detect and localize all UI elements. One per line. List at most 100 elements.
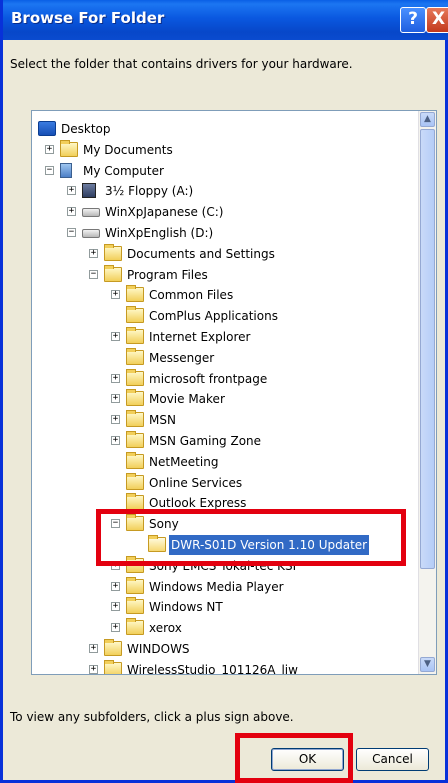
tree-item-label: Desktop: [61, 122, 111, 136]
floppy-icon: [82, 183, 96, 199]
expand-icon[interactable]: +: [89, 664, 98, 674]
tree-item-label: ComPlus Applications: [149, 309, 278, 324]
browse-for-folder-dialog: Browse For Folder ? X Select the folder …: [0, 0, 448, 783]
tree-item[interactable]: NetMeeting: [32, 451, 412, 472]
expand-icon[interactable]: +: [67, 186, 76, 196]
dialog-prompt: Select the folder that contains drivers …: [10, 57, 353, 71]
collapse-icon[interactable]: −: [45, 165, 54, 175]
tree-item-label: NetMeeting: [149, 454, 219, 469]
tree-item[interactable]: + Common Files: [32, 285, 412, 305]
expand-icon[interactable]: +: [111, 581, 120, 591]
expand-icon[interactable]: +: [111, 373, 120, 383]
scroll-thumb[interactable]: [420, 129, 435, 569]
tree-item-label: My Computer: [83, 163, 164, 178]
expand-icon[interactable]: +: [111, 415, 120, 425]
tree-item-label: MSN: [149, 413, 176, 428]
folder-icon: [60, 139, 78, 157]
tree-item[interactable]: + microsoft frontpage: [32, 368, 412, 389]
expand-icon[interactable]: +: [111, 623, 120, 633]
tree-item[interactable]: + Movie Maker: [32, 389, 412, 409]
tree-item[interactable]: − WinXpEnglish (D:): [32, 223, 412, 243]
folder-icon: [126, 410, 144, 428]
vertical-scrollbar[interactable]: ▲ ▼: [418, 111, 436, 674]
expand-icon[interactable]: +: [45, 144, 54, 154]
tree-item-label: MSN Gaming Zone: [149, 434, 262, 448]
folder-icon: [126, 347, 144, 365]
folder-icon: [126, 576, 144, 594]
folder-icon: [126, 431, 144, 448]
expand-icon[interactable]: +: [89, 248, 98, 258]
tree-item[interactable]: Online Services: [32, 472, 412, 493]
expand-icon[interactable]: +: [111, 602, 120, 612]
collapse-icon[interactable]: −: [89, 269, 98, 279]
folder-icon: [126, 389, 144, 407]
folder-icon: [104, 264, 122, 282]
folder-icon: [126, 306, 144, 324]
tree-item-label: xerox: [149, 621, 182, 636]
tree-item-label: WinXpJapanese (C:): [105, 205, 224, 220]
tree-item-label: WINDOWS: [127, 642, 190, 656]
tree-item[interactable]: − My Computer: [32, 161, 412, 181]
cancel-button[interactable]: Cancel: [356, 748, 429, 771]
expand-icon[interactable]: +: [111, 332, 120, 341]
tree-item-label: My Documents: [83, 142, 173, 157]
tree-item-label: WirelessStudio_101126A_liw: [127, 662, 298, 675]
tree-item[interactable]: + xerox: [32, 618, 412, 638]
tree-item[interactable]: + WINDOWS: [32, 639, 412, 659]
subfolder-hint: To view any subfolders, click a plus sig…: [10, 710, 294, 724]
tree-item-label: microsoft frontpage: [149, 371, 268, 386]
desktop-icon: [38, 121, 56, 136]
tree-item[interactable]: + MSN Gaming Zone: [32, 431, 412, 451]
tree-item[interactable]: + WinXpJapanese (C:): [32, 202, 412, 222]
folder-icon: [104, 659, 122, 674]
tree-item-label: Program Files: [127, 267, 208, 282]
tree-item[interactable]: + Windows Media Player: [32, 576, 412, 597]
folder-tree[interactable]: Desktop + My Documents − My Computer +3½ Flop…: [31, 110, 437, 675]
tree-item[interactable]: Desktop: [32, 119, 412, 139]
tree-item[interactable]: + My Documents: [32, 139, 412, 160]
folder-icon: [126, 451, 144, 469]
expand-icon[interactable]: +: [111, 436, 120, 445]
folder-icon: [104, 639, 122, 656]
ok-button-highlight-box: [235, 733, 353, 783]
folder-icon: [126, 368, 144, 386]
expand-icon[interactable]: +: [89, 644, 98, 653]
tree-item-label: Internet Explorer: [149, 330, 251, 344]
folder-icon: [126, 472, 144, 490]
tree-item[interactable]: + MSN: [32, 410, 412, 430]
scroll-up-button[interactable]: ▲: [420, 112, 435, 127]
tree-item-label: Windows NT: [149, 600, 223, 615]
scroll-down-button[interactable]: ▼: [420, 657, 435, 672]
tree-item-label: Windows Media Player: [149, 579, 284, 594]
tree-item[interactable]: ComPlus Applications: [32, 306, 412, 326]
drive-icon: [82, 208, 100, 218]
tree-item-label: Movie Maker: [149, 392, 225, 407]
tree-item-label: WinXpEnglish (D:): [105, 226, 214, 240]
expand-icon[interactable]: +: [111, 394, 120, 404]
dialog-title: Browse For Folder: [11, 9, 165, 27]
title-bar[interactable]: Browse For Folder ? X: [3, 0, 448, 40]
folder-icon: [126, 327, 144, 344]
close-button[interactable]: X: [426, 7, 448, 33]
tree-item[interactable]: +3½ Floppy (A:): [32, 181, 412, 201]
expand-icon[interactable]: +: [67, 207, 76, 217]
tree-item[interactable]: Messenger: [32, 347, 412, 368]
tree-item[interactable]: + WirelessStudio_101126A_liw: [32, 659, 412, 675]
tree-item[interactable]: + Documents and Settings: [32, 243, 412, 264]
tree-item[interactable]: + Windows NT: [32, 597, 412, 617]
expand-icon[interactable]: +: [111, 290, 120, 300]
folder-icon: [126, 597, 144, 615]
tree-item-label: Messenger: [149, 350, 215, 365]
tree-item-label: Common Files: [149, 288, 234, 303]
computer-icon: [60, 162, 72, 178]
tree-item[interactable]: − Program Files: [32, 264, 412, 285]
drive-icon: [82, 229, 100, 238]
tree-item-label: Online Services: [149, 475, 243, 490]
help-button[interactable]: ?: [400, 7, 426, 33]
folder-icon: [126, 285, 144, 303]
selected-folder-highlight-box: [96, 509, 406, 566]
collapse-icon[interactable]: −: [67, 228, 76, 237]
tree-item[interactable]: + Internet Explorer: [32, 327, 412, 347]
tree-item-label: Documents and Settings: [127, 246, 275, 261]
folder-icon: [126, 618, 144, 636]
